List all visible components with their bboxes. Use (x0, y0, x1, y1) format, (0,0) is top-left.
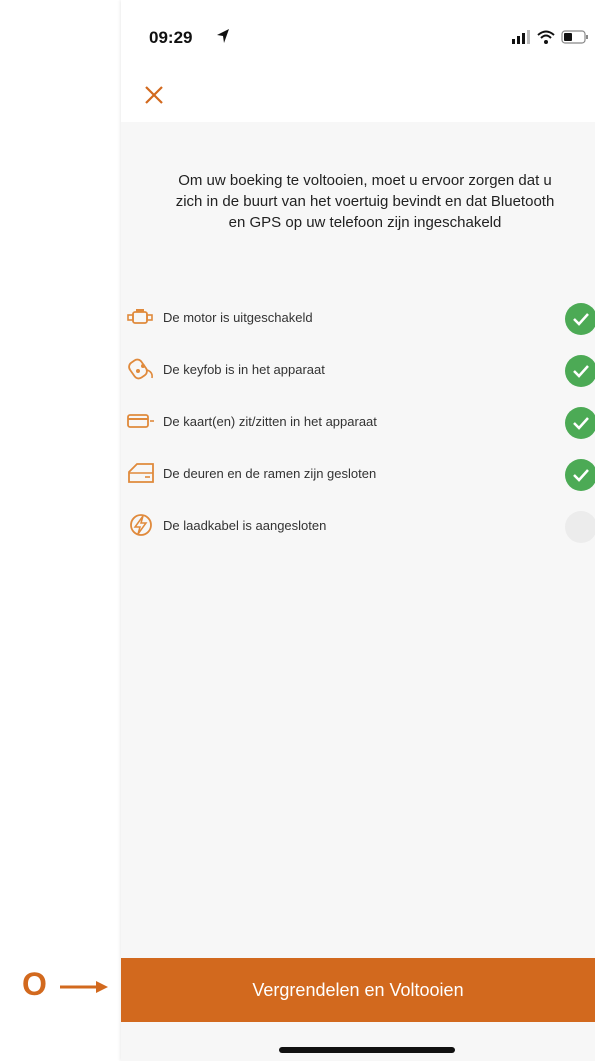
list-item: De deuren en de ramen zijn gesloten (121, 454, 595, 506)
nav-bar (121, 70, 595, 122)
list-item-label: De motor is uitgeschakeld (163, 310, 313, 325)
card-icon (127, 414, 154, 428)
status-time: 09:29 (149, 28, 193, 47)
phone-screen: 09:29 Om uw boeking te voltooien, moet u… (121, 0, 595, 1061)
check-icon (565, 459, 595, 491)
pending-indicator (565, 511, 595, 543)
list-item: De laadkabel is aangesloten (121, 506, 595, 558)
car-door-icon (128, 463, 154, 483)
charging-icon (130, 514, 152, 536)
lock-and-complete-button[interactable]: Vergrendelen en Voltooien (121, 958, 595, 1022)
check-icon (565, 355, 595, 387)
list-item: De motor is uitgeschakeld (121, 298, 595, 350)
keyfob-icon (128, 358, 153, 380)
engine-icon (127, 309, 153, 324)
signal-icon (512, 30, 530, 44)
list-item-label: De kaart(en) zit/zitten in het apparaat (163, 414, 377, 429)
check-icon (565, 407, 595, 439)
list-item-label: De laadkabel is aangesloten (163, 518, 327, 533)
status-bar: 09:29 (121, 0, 595, 70)
check-icon (565, 303, 595, 335)
annotation-arrow-icon (60, 981, 108, 993)
list-item: De kaart(en) zit/zitten in het apparaat (121, 402, 595, 454)
location-arrow-icon (217, 29, 229, 43)
instruction-message: Om uw boeking te voltooien, moet u ervoo… (175, 172, 555, 231)
wifi-icon (537, 30, 555, 44)
list-item: De keyfob is in het apparaat (121, 350, 595, 402)
battery-icon (561, 30, 588, 44)
home-indicator (279, 1047, 455, 1053)
list-item-label: De keyfob is in het apparaat (163, 362, 325, 377)
list-item-label: De deuren en de ramen zijn gesloten (163, 466, 377, 481)
checklist: De motor is uitgeschakeld De keyfob is i… (121, 298, 595, 558)
close-icon[interactable] (141, 82, 167, 108)
annotation-letter: O (22, 966, 47, 1002)
